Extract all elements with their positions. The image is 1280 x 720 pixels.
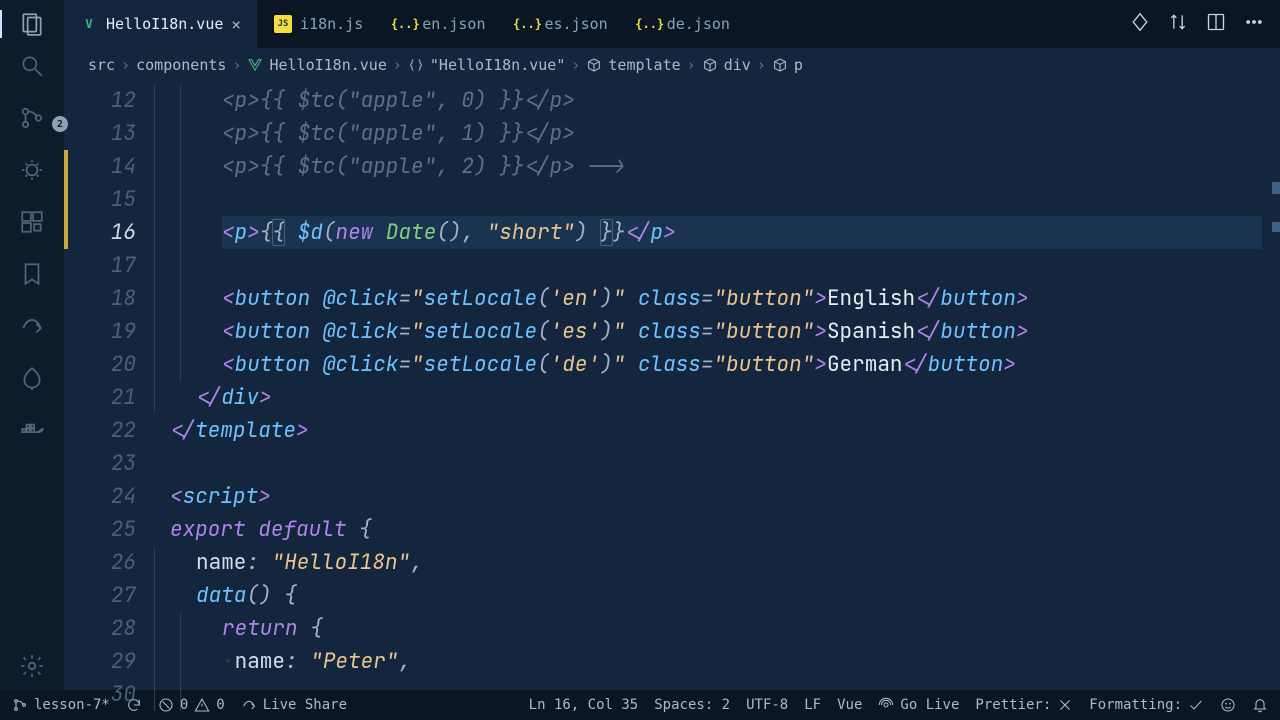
tab-label: es.json	[544, 15, 607, 33]
breadcrumb-item[interactable]: "HelloI18n.vue"	[430, 56, 565, 74]
breadcrumbs[interactable]: src›components›HelloI18n.vue›"HelloI18n.…	[64, 48, 1280, 82]
braces-icon	[408, 57, 424, 73]
breadcrumb-item[interactable]: components	[136, 56, 226, 74]
json-file-icon: {..}	[396, 15, 414, 33]
breadcrumb-item[interactable]: div	[724, 56, 751, 74]
breadcrumb-item[interactable]: p	[794, 56, 803, 74]
tab-bar: V HelloI18n.vue × JS i18n.js {..} en.json {..} e…	[64, 0, 1280, 48]
cube-icon	[586, 57, 602, 73]
tab-en-json[interactable]: {..} en.json	[380, 0, 502, 48]
extensions-icon[interactable]	[18, 208, 46, 236]
more-icon[interactable]	[1244, 12, 1264, 36]
json-file-icon: {..}	[641, 15, 659, 33]
code-area[interactable]: <p>{{ $tc("apple", 0) }}</p><p>{{ $tc("a…	[222, 82, 1262, 690]
debug-icon[interactable]	[18, 156, 46, 184]
json-file-icon: {..}	[518, 15, 536, 33]
gitlens-icon[interactable]	[1130, 12, 1150, 36]
minimap[interactable]	[1262, 82, 1280, 690]
line-gutter: 12131415161718192021222324252627282930	[68, 82, 154, 690]
liveshare-icon[interactable]	[18, 312, 46, 340]
source-control-icon[interactable]	[18, 104, 46, 132]
tab-HelloI18n-vue[interactable]: V HelloI18n.vue ×	[64, 0, 258, 48]
scm-badge: 2	[52, 116, 68, 132]
vue-file-icon: V	[80, 15, 98, 33]
js-file-icon: JS	[274, 15, 292, 33]
explorer-icon[interactable]	[18, 10, 46, 38]
activity-bar-lower: 2	[0, 48, 64, 690]
tab-label: HelloI18n.vue	[106, 15, 223, 33]
tab-de-json[interactable]: {..} de.json	[625, 0, 747, 48]
vue-icon	[247, 57, 263, 73]
breadcrumb-item[interactable]: HelloI18n.vue	[269, 56, 386, 74]
breadcrumb-item[interactable]: template	[608, 56, 680, 74]
editor[interactable]: 12131415161718192021222324252627282930 <…	[64, 82, 1280, 690]
breadcrumb-item[interactable]: src	[88, 56, 115, 74]
tab-label: i18n.js	[300, 15, 363, 33]
tab-label: de.json	[667, 15, 730, 33]
close-icon[interactable]: ×	[231, 15, 241, 34]
bookmark-icon[interactable]	[18, 260, 46, 288]
docker-icon[interactable]	[18, 416, 46, 444]
activity-bar	[0, 0, 64, 48]
tab-es-json[interactable]: {..} es.json	[502, 0, 624, 48]
project-icon[interactable]	[18, 364, 46, 392]
tab-i18n-js[interactable]: JS i18n.js	[258, 0, 380, 48]
compare-icon[interactable]	[1168, 12, 1188, 36]
search-icon[interactable]	[18, 52, 46, 80]
cube-icon	[702, 57, 718, 73]
cube-icon	[772, 57, 788, 73]
tab-label: en.json	[422, 15, 485, 33]
split-editor-icon[interactable]	[1206, 12, 1226, 36]
settings-icon[interactable]	[18, 652, 46, 680]
